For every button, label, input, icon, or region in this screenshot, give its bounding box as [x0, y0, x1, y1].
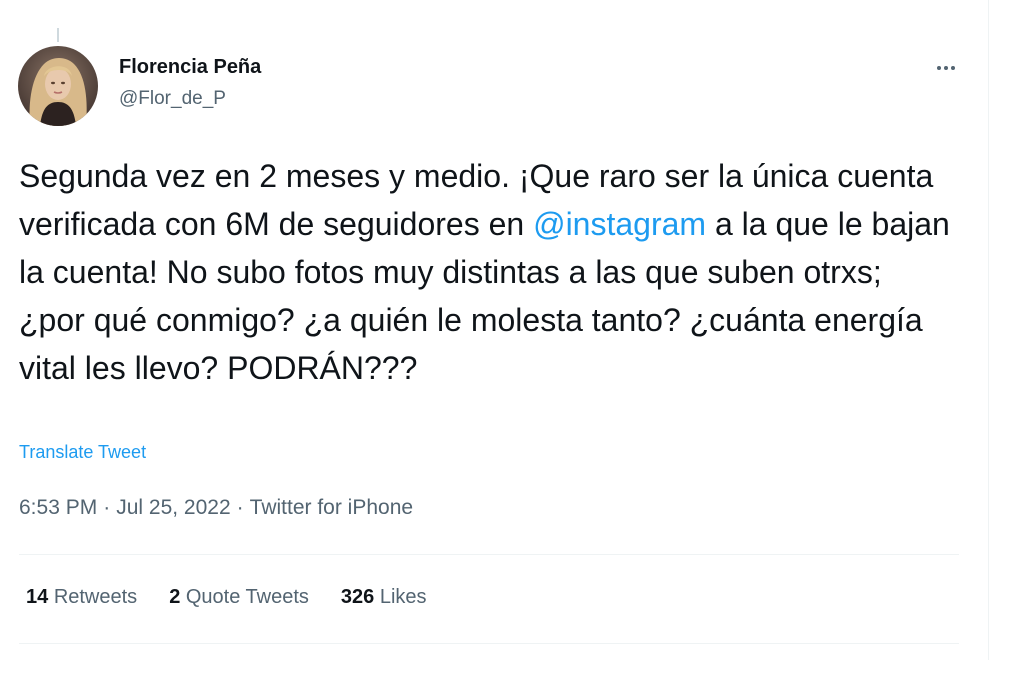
quote-tweets-label: Quote Tweets	[185, 586, 309, 608]
translate-tweet-link[interactable]: Translate Tweet	[19, 442, 146, 463]
tweet-source[interactable]: Twitter for iPhone	[250, 496, 413, 519]
thread-connector-line	[57, 28, 59, 42]
tweet-date[interactable]: Jul 25, 2022	[116, 496, 230, 519]
meta-separator: ·	[236, 496, 244, 519]
retweets-count: 14	[26, 586, 49, 608]
tweet-text: Segunda vez en 2 meses y medio. ¡Que rar…	[19, 152, 954, 392]
more-options-button[interactable]	[926, 54, 966, 82]
column-divider	[988, 0, 989, 660]
tweet-metadata: 6:53 PM · Jul 25, 2022 · Twitter for iPhone	[19, 496, 413, 520]
likes-label: Likes	[379, 586, 427, 608]
quote-tweets-stat[interactable]: 2 Quote Tweets	[169, 586, 309, 609]
tweet-time[interactable]: 6:53 PM	[19, 496, 97, 519]
likes-stat[interactable]: 326 Likes	[341, 586, 427, 609]
more-horizontal-icon	[937, 66, 955, 70]
retweets-stat[interactable]: 14 Retweets	[26, 586, 137, 609]
mention-link[interactable]: @instagram	[533, 206, 706, 242]
tweet-detail-page: Florencia Peña @Flor_de_P Segunda vez en…	[0, 0, 1023, 687]
meta-separator: ·	[103, 496, 111, 519]
author-handle[interactable]: @Flor_de_P	[119, 88, 226, 110]
engagement-stats: 14 Retweets 2 Quote Tweets 326 Likes	[26, 586, 459, 609]
divider	[19, 643, 959, 644]
likes-count: 326	[340, 586, 375, 608]
avatar-image	[18, 46, 98, 126]
quote-tweets-count: 2	[169, 586, 181, 608]
author-display-name[interactable]: Florencia Peña	[119, 56, 261, 79]
divider	[19, 554, 959, 555]
retweets-label: Retweets	[53, 586, 138, 608]
avatar[interactable]	[18, 46, 98, 126]
